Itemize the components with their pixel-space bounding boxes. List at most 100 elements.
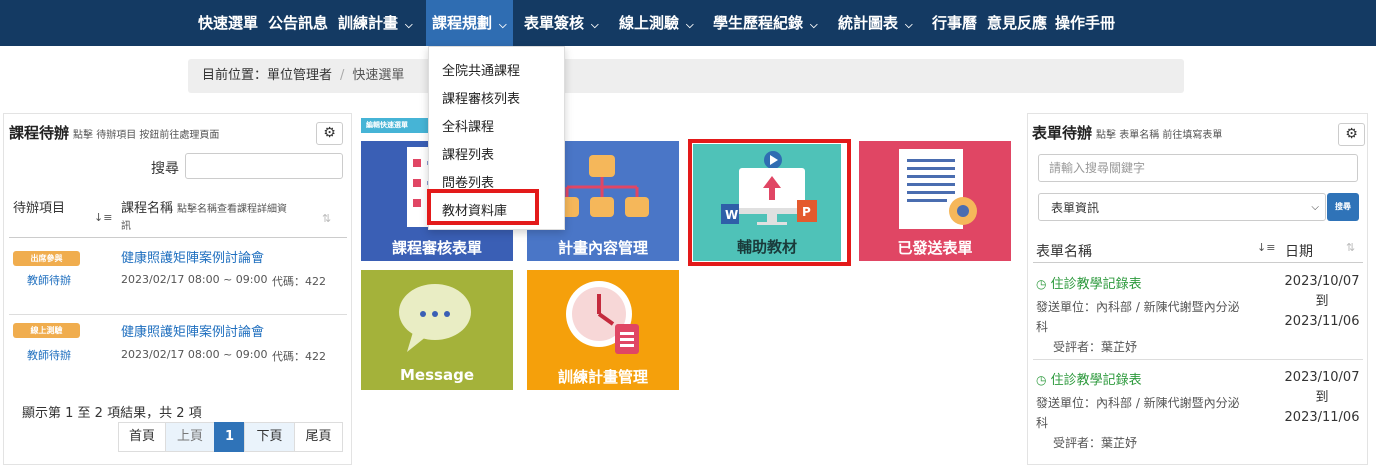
nav-label: 行事曆 <box>932 14 978 32</box>
clock-icon: ◷ <box>1036 277 1047 291</box>
settings-button[interactable]: ⚙ <box>316 122 343 145</box>
tile-sent-forms[interactable]: 已發送表單 <box>859 141 1011 261</box>
nav-label: 操作手冊 <box>1055 14 1116 32</box>
nav-label: 意見反應 <box>987 14 1048 32</box>
teacher-todo-label: 教師待辦 <box>27 349 71 362</box>
panel-subtitle: 點擊 待辦項目 按鈕前往處理頁面 <box>73 130 220 141</box>
form-date-to-label: 到 <box>1315 390 1329 405</box>
form-date-to: 2023/11/06 <box>1284 410 1360 425</box>
tile-label: 訓練計畫管理 <box>557 368 648 386</box>
course-todo-panel: 課程待辦 點擊 待辦項目 按鈕前往處理頁面 ⚙ 搜尋 待辦項目 ↓≡ 課程名稱 點擊… <box>3 113 352 465</box>
nav-label: 課程規劃 <box>432 14 493 32</box>
nav-form-signoff[interactable]: 表單簽核 ⌵ <box>524 0 599 46</box>
sort-desc-icon[interactable]: ↓≡ <box>1257 241 1275 254</box>
form-dept: 發送單位：內科部 / 新陳代謝暨內分泌 <box>1036 396 1240 410</box>
form-reviewee: 受評者：葉芷妤 <box>1053 340 1138 354</box>
nav-label: 學生歷程紀錄 <box>713 14 804 32</box>
form-info-select[interactable]: 表單資訊 ⌵ <box>1038 193 1326 221</box>
divider <box>1033 262 1363 263</box>
course-name-link[interactable]: 健康照護矩陣案例討論會 <box>121 321 264 340</box>
teacher-todo-label: 教師待辦 <box>27 274 71 287</box>
nav-quick-menu[interactable]: 快速選單 <box>198 0 258 46</box>
nav-student-history[interactable]: 學生歷程紀錄 ⌵ <box>713 0 818 46</box>
sort-icon[interactable]: ⇅ <box>1346 241 1355 254</box>
form-date-to-label: 到 <box>1315 294 1329 309</box>
course-time: 2023/02/17 08:00 ~ 09:00 <box>121 273 268 286</box>
form-date-to: 2023/11/06 <box>1284 314 1360 329</box>
col-course-header[interactable]: 課程名稱 點擊名稱查看課程詳細資 <box>121 197 287 216</box>
pager-page-1[interactable]: 1 <box>214 422 245 452</box>
dropdown-item-common-courses[interactable]: 全院共通課程 <box>442 60 520 79</box>
form-title-link[interactable]: ◷ 住診教學記錄表 <box>1036 369 1142 388</box>
search-label: 搜尋 <box>151 161 179 177</box>
col-form-name-header[interactable]: 表單名稱 <box>1036 241 1092 261</box>
nav-label: 線上測驗 <box>619 14 680 32</box>
breadcrumb-root[interactable]: 單位管理者 <box>267 68 332 83</box>
col-date-header[interactable]: 日期 <box>1285 241 1313 261</box>
nav-label: 表單簽核 <box>524 14 585 32</box>
chevron-down-icon: ⌵ <box>810 20 818 31</box>
breadcrumb-separator: / <box>340 68 345 83</box>
breadcrumb-current: 快速選單 <box>352 68 405 83</box>
form-dept: 發送單位：內科部 / 新陳代謝暨內分泌 <box>1036 300 1240 314</box>
nav-statistics[interactable]: 統計圖表 ⌵ <box>838 0 913 46</box>
course-search-input[interactable] <box>185 153 343 179</box>
edit-quick-menu-button[interactable]: 編輯快速選單 <box>361 118 431 133</box>
dropdown-item-all-courses[interactable]: 全科課程 <box>442 116 494 135</box>
breadcrumb-label: 目前位置： <box>202 68 268 83</box>
course-time: 2023/02/17 08:00 ~ 09:00 <box>121 348 268 361</box>
nav-online-test[interactable]: 線上測驗 ⌵ <box>619 0 694 46</box>
chevron-down-icon: ⌵ <box>499 20 507 31</box>
nav-label: 訓練計畫 <box>338 14 399 32</box>
tile-training-plan-management[interactable]: 訓練計畫管理 <box>527 270 679 390</box>
form-search-button[interactable]: 搜尋 <box>1327 193 1359 221</box>
tile-label: 已發送表單 <box>897 239 973 257</box>
results-info: 顯示第 1 至 2 項結果，共 2 項 <box>22 406 202 421</box>
pager-prev[interactable]: 上頁 <box>165 422 215 452</box>
form-title-link[interactable]: ◷ 住診教學記錄表 <box>1036 273 1142 292</box>
chevron-down-icon: ⌵ <box>405 20 413 31</box>
form-todo-panel: 表單待辦 點擊 表單名稱 前往填寫表單 ⚙ 請輸入搜尋關鍵字 表單資訊 ⌵ 搜尋 表… <box>1027 113 1368 465</box>
dropdown-item-course-review-list[interactable]: 課程審核列表 <box>442 88 520 107</box>
top-navbar: 快速選單 公告訊息 訓練計畫 ⌵ 課程規劃 ⌵ 表單簽核 ⌵ 線上測驗 ⌵ 學生歷程紀錄… <box>0 0 1376 46</box>
nav-feedback[interactable]: 意見反應 <box>987 0 1047 46</box>
course-name-link[interactable]: 健康照護矩陣案例討論會 <box>121 247 264 266</box>
nav-manual[interactable]: 操作手冊 <box>1055 0 1115 46</box>
online-test-badge[interactable]: 線上測驗 <box>13 323 80 338</box>
tile-message[interactable]: Message <box>361 270 513 390</box>
form-search-input[interactable]: 請輸入搜尋關鍵字 <box>1038 154 1358 182</box>
chevron-down-icon: ⌵ <box>591 20 599 31</box>
col-course-hint: 訊 <box>121 221 131 232</box>
pager-last[interactable]: 尾頁 <box>294 422 343 452</box>
tile-label: 計畫內容管理 <box>557 239 648 257</box>
panel-title: 表單待辦 點擊 表單名稱 前往填寫表單 <box>1032 124 1223 142</box>
nav-course-planning[interactable]: 課程規劃 ⌵ <box>426 0 513 46</box>
course-code: 代碼：422 <box>272 350 326 363</box>
attendance-badge[interactable]: 出席參與 <box>13 251 80 266</box>
form-dept-cont: 科 <box>1036 320 1049 334</box>
sort-icon[interactable]: ⇅ <box>322 212 331 225</box>
settings-button[interactable]: ⚙ <box>1338 123 1365 146</box>
breadcrumb: 目前位置：單位管理者 / 快速選單 <box>188 59 1184 93</box>
pager-first[interactable]: 首頁 <box>118 422 166 452</box>
nav-calendar[interactable]: 行事曆 <box>932 0 977 46</box>
chevron-down-icon: ⌵ <box>1311 202 1319 213</box>
clock-icon: ◷ <box>1036 373 1047 387</box>
form-reviewee: 受評者：葉芷妤 <box>1053 436 1138 450</box>
divider <box>1033 359 1363 360</box>
divider <box>9 237 347 238</box>
nav-label: 快速選單 <box>198 14 259 32</box>
form-date-from: 2023/10/07 <box>1284 370 1360 385</box>
gear-icon: ⚙ <box>323 125 336 141</box>
dropdown-item-course-list[interactable]: 課程列表 <box>442 144 494 163</box>
sort-desc-icon[interactable]: ↓≡ <box>94 211 112 224</box>
nav-label: 公告訊息 <box>268 14 329 32</box>
nav-label: 統計圖表 <box>838 14 899 32</box>
nav-training-plan[interactable]: 訓練計畫 ⌵ <box>338 0 413 46</box>
highlight-box <box>427 189 539 225</box>
col-todo-header[interactable]: 待辦項目 <box>13 197 65 216</box>
pager-next[interactable]: 下頁 <box>244 422 295 452</box>
nav-announcements[interactable]: 公告訊息 <box>268 0 328 46</box>
tile-label: Message <box>400 366 474 384</box>
panel-subtitle: 點擊 表單名稱 前往填寫表單 <box>1096 130 1223 141</box>
